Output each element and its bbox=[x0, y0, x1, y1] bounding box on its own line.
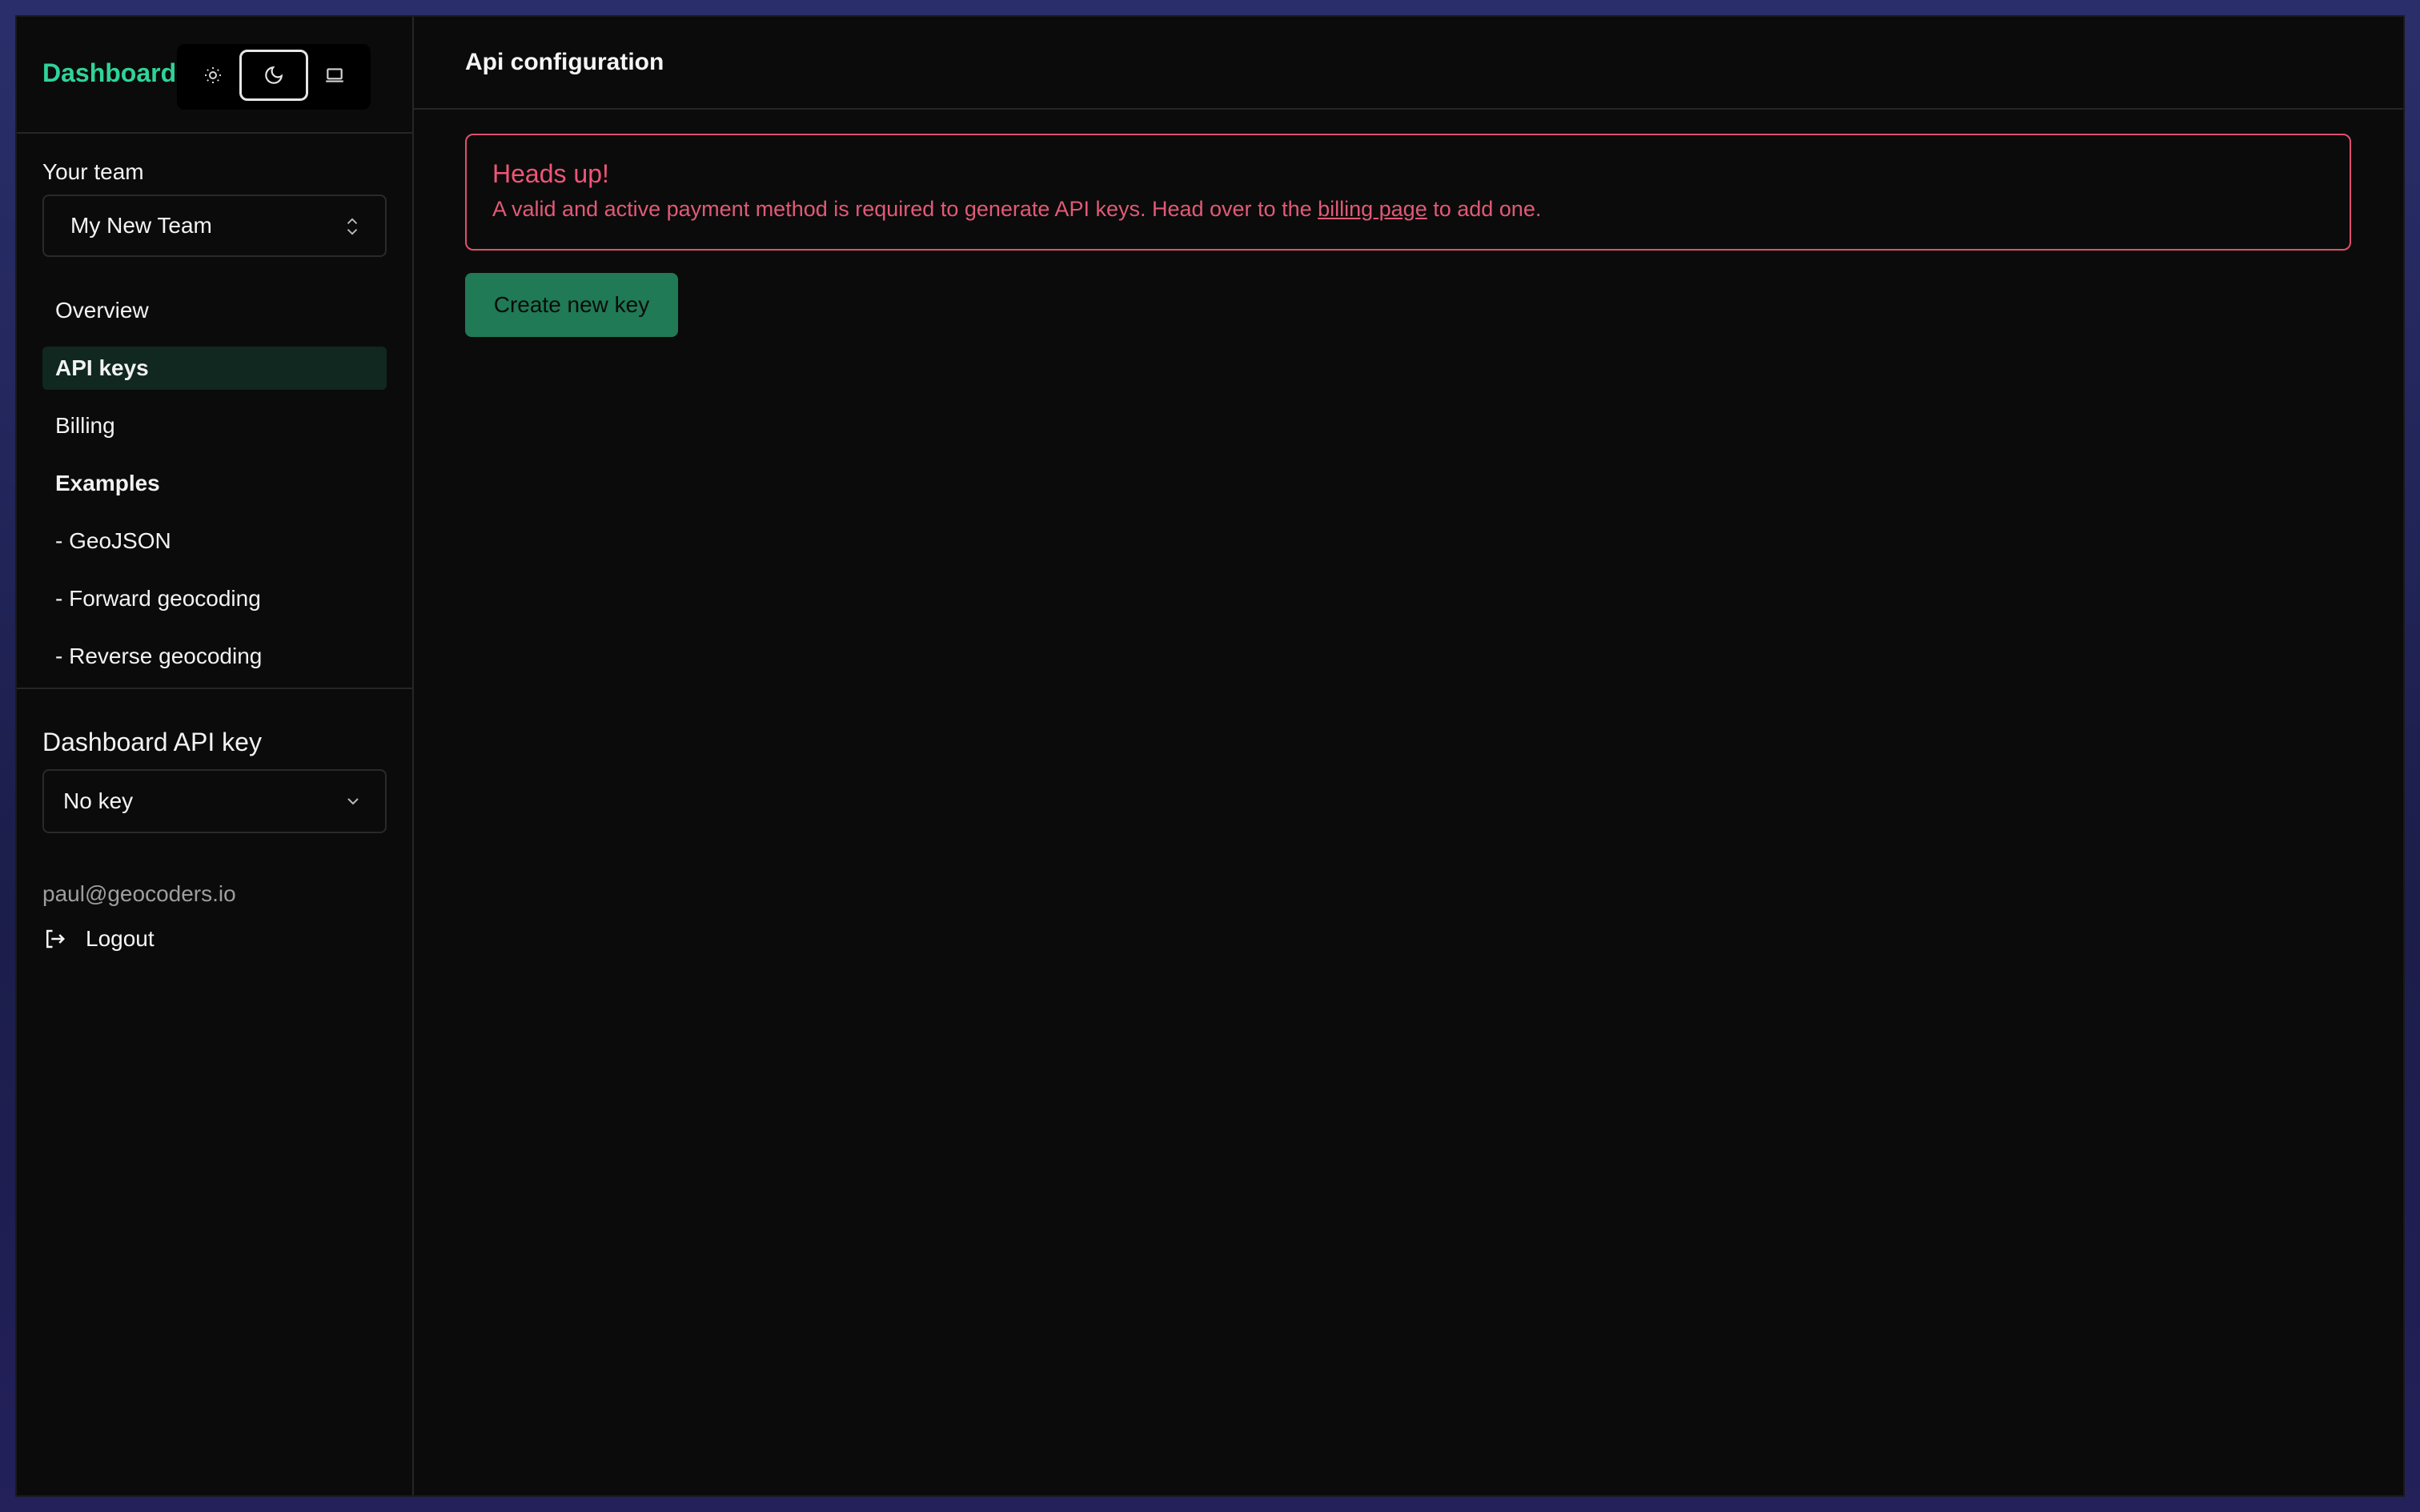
main-content: Api configuration Heads up! A valid and … bbox=[414, 17, 2403, 1495]
page-title: Api configuration bbox=[465, 49, 664, 75]
theme-dark-button[interactable] bbox=[239, 50, 308, 101]
alert-title: Heads up! bbox=[492, 159, 609, 188]
main-header: Api configuration bbox=[414, 17, 2403, 110]
alert-body-text: A valid and active payment method is req… bbox=[492, 197, 1318, 221]
nav-billing[interactable]: Billing bbox=[42, 404, 387, 447]
nav-api-keys-label: API keys bbox=[55, 355, 149, 380]
logout-label: Logout bbox=[86, 926, 155, 951]
nav-overview[interactable]: Overview bbox=[42, 289, 387, 332]
nav-forward-geocoding-label: - Forward geocoding bbox=[55, 586, 261, 611]
user-email: paul@geocoders.io bbox=[42, 881, 236, 906]
theme-light-button[interactable] bbox=[179, 50, 247, 101]
chevron-up-down-icon bbox=[347, 218, 358, 235]
payment-alert: Heads up! A valid and active payment met… bbox=[465, 134, 2351, 251]
sidebar-divider bbox=[17, 688, 414, 689]
nav-reverse-geocoding[interactable]: - Reverse geocoding bbox=[42, 635, 387, 678]
sidebar: Dashboard Your team My New Team Overview… bbox=[17, 17, 414, 1495]
theme-switch bbox=[177, 44, 371, 110]
sun-icon bbox=[205, 67, 221, 83]
team-select[interactable]: My New Team bbox=[42, 195, 387, 257]
dashboard-api-key-label: Dashboard API key bbox=[42, 728, 262, 756]
logout-button[interactable]: Logout bbox=[42, 921, 155, 957]
alert-body: A valid and active payment method is req… bbox=[492, 197, 2324, 222]
nav-reverse-geocoding-label: - Reverse geocoding bbox=[55, 644, 263, 668]
nav-examples-label: Examples bbox=[55, 471, 160, 495]
nav-billing-label: Billing bbox=[55, 413, 115, 438]
nav-overview-label: Overview bbox=[55, 298, 149, 323]
app-window: Dashboard Your team My New Team Overview… bbox=[15, 15, 2405, 1497]
billing-page-link[interactable]: billing page bbox=[1318, 197, 1427, 221]
brand-title[interactable]: Dashboard bbox=[42, 58, 176, 88]
logout-icon bbox=[42, 925, 70, 953]
team-select-value: My New Team bbox=[70, 213, 212, 238]
theme-system-button[interactable] bbox=[300, 50, 369, 101]
api-key-select-value: No key bbox=[63, 788, 134, 813]
alert-body-text-end: to add one. bbox=[1427, 197, 1542, 221]
nav-geojson-label: - GeoJSON bbox=[55, 528, 171, 553]
nav-geojson[interactable]: - GeoJSON bbox=[42, 519, 387, 563]
team-label: Your team bbox=[42, 159, 144, 184]
chevron-down-icon bbox=[347, 798, 359, 805]
nav-examples-heading: Examples bbox=[42, 462, 387, 505]
nav-forward-geocoding[interactable]: - Forward geocoding bbox=[42, 577, 387, 620]
moon-icon bbox=[265, 66, 283, 84]
api-key-select[interactable]: No key bbox=[42, 769, 387, 833]
sidebar-header: Dashboard bbox=[17, 17, 412, 134]
laptop-icon bbox=[326, 68, 343, 82]
nav-api-keys[interactable]: API keys bbox=[42, 347, 387, 390]
create-new-key-button[interactable]: Create new key bbox=[465, 273, 678, 337]
